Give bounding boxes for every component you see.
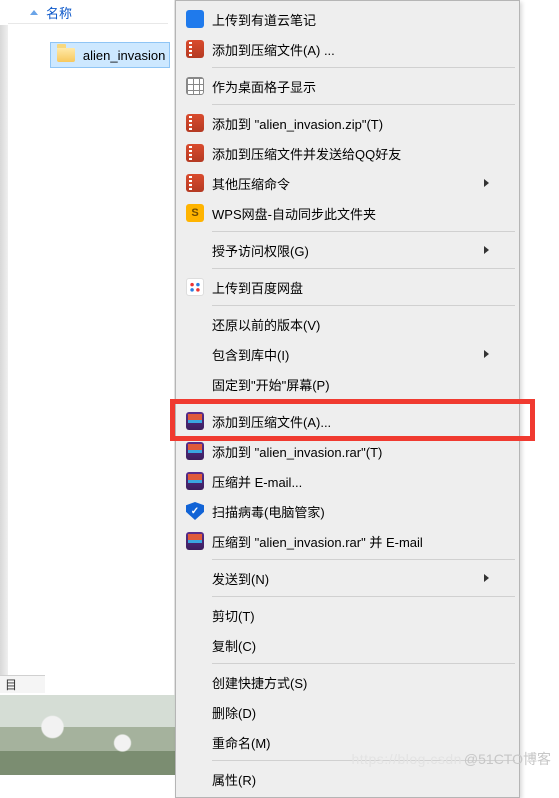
menu-item[interactable]: 其他压缩命令: [178, 168, 517, 198]
menu-item-label: 上传到百度网盘: [212, 278, 489, 297]
menu-item-label: 添加到 "alien_invasion.rar"(T): [212, 442, 489, 461]
menu-item[interactable]: 压缩到 "alien_invasion.rar" 并 E-mail: [178, 526, 517, 556]
watermark-faint: https://blog.csdn: [351, 751, 461, 767]
menu-item-label: 添加到 "alien_invasion.zip"(T): [212, 114, 489, 133]
zip-icon: [186, 114, 204, 132]
folder-icon: [57, 48, 75, 62]
watermark-text: @51CTO博客: [464, 749, 551, 769]
menu-item[interactable]: 压缩并 E-mail...: [178, 466, 517, 496]
menu-item-label: 扫描病毒(电脑管家): [212, 502, 489, 521]
menu-item-label: 授予访问权限(G): [212, 241, 484, 260]
menu-item-label: WPS网盘-自动同步此文件夹: [212, 204, 489, 223]
baidu-icon: [186, 278, 204, 296]
menu-item-label: 创建快捷方式(S): [212, 673, 489, 692]
folder-row-selected[interactable]: alien_invasion: [50, 42, 170, 68]
menu-item[interactable]: 还原以前的版本(V): [178, 309, 517, 339]
menu-item-label: 删除(D): [212, 703, 489, 722]
menu-item[interactable]: 作为桌面格子显示: [178, 71, 517, 101]
menu-item[interactable]: WPS网盘-自动同步此文件夹: [178, 198, 517, 228]
rar-icon: [186, 532, 204, 550]
menu-item-label: 添加到压缩文件(A)...: [212, 412, 489, 431]
zip-icon: [186, 144, 204, 162]
menu-item-label: 发送到(N): [212, 569, 484, 588]
submenu-arrow-icon: [484, 574, 489, 582]
menu-item-label: 添加到压缩文件并发送给QQ好友: [212, 144, 489, 163]
menu-item[interactable]: 添加到 "alien_invasion.zip"(T): [178, 108, 517, 138]
menu-item[interactable]: 固定到"开始"屏幕(P): [178, 369, 517, 399]
menu-item[interactable]: 上传到百度网盘: [178, 272, 517, 302]
wps-icon: [186, 204, 204, 222]
menu-separator: [212, 231, 515, 232]
menu-item[interactable]: 创建快捷方式(S): [178, 667, 517, 697]
menu-item-label: 添加到压缩文件(A) ...: [212, 40, 489, 59]
menu-item[interactable]: 扫描病毒(电脑管家): [178, 496, 517, 526]
menu-item[interactable]: 包含到库中(I): [178, 339, 517, 369]
menu-item[interactable]: 剪切(T): [178, 600, 517, 630]
rar-icon: [186, 442, 204, 460]
menu-separator: [212, 402, 515, 403]
submenu-arrow-icon: [484, 179, 489, 187]
menu-item[interactable]: 添加到压缩文件并发送给QQ好友: [178, 138, 517, 168]
menu-item-label: 复制(C): [212, 636, 489, 655]
shield-icon: [186, 502, 204, 520]
submenu-arrow-icon: [484, 350, 489, 358]
explorer-pane: [0, 0, 175, 775]
menu-separator: [212, 268, 515, 269]
menu-item-label: 上传到有道云笔记: [212, 10, 489, 29]
scrollbar[interactable]: [0, 25, 8, 675]
menu-item[interactable]: 上传到有道云笔记: [178, 4, 517, 34]
menu-item-label: 作为桌面格子显示: [212, 77, 489, 96]
menu-separator: [212, 104, 515, 105]
menu-item-label: 属性(R): [212, 770, 489, 789]
zip-icon: [186, 174, 204, 192]
menu-item[interactable]: 添加到压缩文件(A)...: [178, 406, 517, 436]
menu-separator: [212, 559, 515, 560]
menu-item-label: 还原以前的版本(V): [212, 315, 489, 334]
menu-item[interactable]: 复制(C): [178, 630, 517, 660]
menu-separator: [212, 596, 515, 597]
status-label: 目: [0, 675, 45, 693]
grid-icon: [186, 77, 204, 95]
watermark: https://blog.csdn @51CTO博客: [351, 749, 551, 769]
menu-separator: [212, 67, 515, 68]
context-menu: 上传到有道云笔记添加到压缩文件(A) ... 作为桌面格子显示添加到 "alien…: [175, 0, 520, 798]
menu-separator: [212, 305, 515, 306]
menu-item-label: 剪切(T): [212, 606, 489, 625]
menu-item[interactable]: 添加到压缩文件(A) ...: [178, 34, 517, 64]
zip-icon: [186, 40, 204, 58]
menu-item-label: 压缩并 E-mail...: [212, 472, 489, 491]
menu-item[interactable]: 发送到(N): [178, 563, 517, 593]
column-header-label: 名称: [46, 3, 72, 22]
rar-icon: [186, 412, 204, 430]
menu-item-label: 压缩到 "alien_invasion.rar" 并 E-mail: [212, 532, 489, 551]
menu-item[interactable]: 删除(D): [178, 697, 517, 727]
menu-item-label: 固定到"开始"屏幕(P): [212, 375, 489, 394]
menu-item-label: 包含到库中(I): [212, 345, 484, 364]
menu-item[interactable]: 添加到 "alien_invasion.rar"(T): [178, 436, 517, 466]
submenu-arrow-icon: [484, 246, 489, 254]
column-header-name[interactable]: 名称: [8, 2, 168, 24]
note-icon: [186, 10, 204, 28]
menu-item-label: 其他压缩命令: [212, 174, 484, 193]
preview-thumbnail: [0, 695, 175, 775]
menu-separator: [212, 663, 515, 664]
menu-item[interactable]: 授予访问权限(G): [178, 235, 517, 265]
rar-icon: [186, 472, 204, 490]
folder-label: alien_invasion: [83, 48, 165, 63]
